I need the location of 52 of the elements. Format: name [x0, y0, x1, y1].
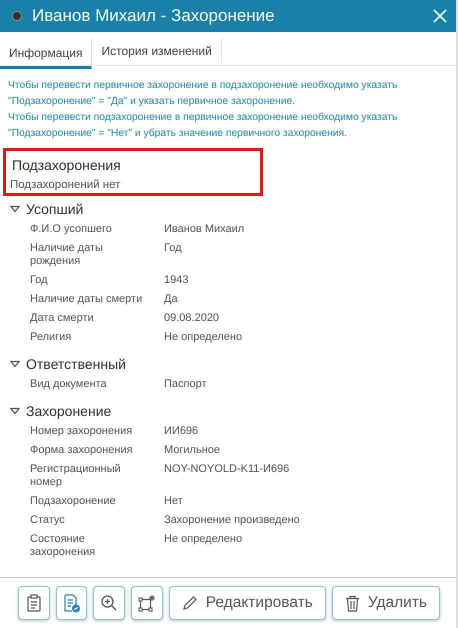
edit-button[interactable]: Редактировать: [168, 586, 326, 620]
section-header[interactable]: Захоронение: [0, 398, 112, 422]
document-icon: [62, 594, 81, 612]
delete-button[interactable]: Удалить: [332, 586, 440, 620]
field-value: 09.08.2020: [164, 312, 220, 325]
field-value: ИИ696: [164, 425, 198, 438]
field-label: Год: [30, 274, 49, 287]
section-header[interactable]: Усопший: [0, 196, 84, 220]
notice-text: Чтобы перевести подзахоронение в первичное захоронение необходимо указать "Подзахоронение" = "Нет" и убрать значение первичного захоронения.: [8, 111, 398, 141]
section-header[interactable]: Ответственный: [0, 351, 126, 375]
field-label: Ф.И.О усопшего: [30, 223, 113, 236]
field-value: Захоронение произведено: [164, 514, 300, 527]
field-value: Паспорт: [164, 378, 207, 391]
field-label: Дата смерти: [30, 312, 95, 325]
tab[interactable]: Информация: [0, 39, 92, 69]
empty-message: Подзахоронений нет: [10, 179, 122, 191]
frame-icon: [138, 594, 156, 612]
zoom-in-icon: [100, 594, 118, 612]
pencil-icon: [182, 595, 198, 611]
field-value: 1943: [164, 274, 188, 287]
clipboard-button[interactable]: [18, 586, 50, 620]
trash-icon: [344, 594, 360, 612]
field-label: Форма захоронения: [30, 444, 134, 457]
field-label: Состояние захоронения: [30, 533, 96, 559]
field-label: Наличие даты рождения: [30, 242, 104, 268]
field-value: Иванов Михаил: [164, 223, 244, 236]
section-title: Подзахоронения: [11, 156, 122, 175]
field-label: Статус: [30, 514, 66, 527]
caret-icon: [10, 205, 20, 213]
field-label: Вид документа: [30, 378, 108, 391]
caret-icon: [10, 407, 20, 415]
tab[interactable]: История изменений: [92, 39, 222, 63]
status-dot-icon: [12, 11, 22, 21]
field-label: Регистрационный номер: [30, 463, 122, 489]
clipboard-icon: [26, 594, 42, 612]
zoom-in-button[interactable]: [93, 586, 126, 620]
window-title: Иванов Михаил - Захоронение: [32, 6, 276, 26]
field-value: Не определено: [164, 331, 242, 344]
frame-button[interactable]: [131, 586, 163, 620]
field-value: NOY-NOYOLD-K11-И696: [164, 463, 290, 477]
field-label: Подзахоронение: [30, 495, 117, 508]
document-button[interactable]: [56, 586, 88, 620]
caret-icon: [10, 360, 20, 368]
field-label: Наличие даты смерти: [30, 293, 144, 306]
field-value: Могильное: [164, 444, 220, 457]
field-value: Не определено: [164, 533, 242, 547]
field-value: Да: [164, 293, 178, 306]
field-label: Религия: [30, 331, 72, 344]
field-value: Нет: [164, 495, 183, 508]
field-value: Год: [164, 242, 182, 256]
notice-text: Чтобы перевести первичное захоронение в подзахоронение необходимо указать "Подзахоронение" = "Да" и указать первичное захоронение.: [8, 79, 398, 109]
field-label: Номер захоронения: [30, 425, 134, 438]
